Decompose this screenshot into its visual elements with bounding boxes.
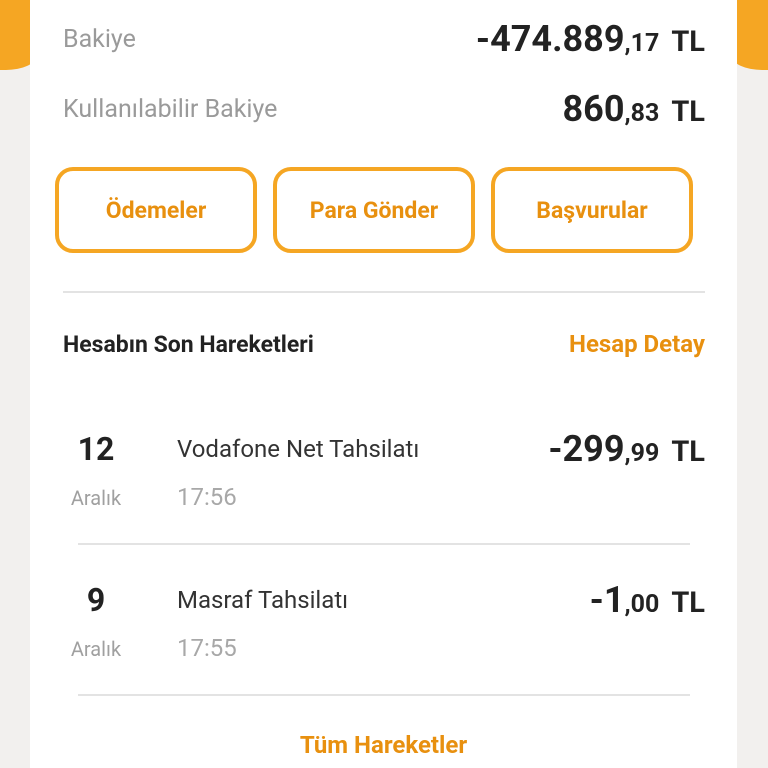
- available-balance-label: Kullanılabilir Bakiye: [63, 94, 278, 124]
- applications-button[interactable]: Başvurular: [491, 167, 693, 253]
- available-balance-amount: 860 ,83 TL: [563, 88, 705, 130]
- available-balance-row: Kullanılabilir Bakiye 860 ,83 TL: [63, 88, 705, 130]
- balance-amount-integer: -474.889: [475, 18, 625, 60]
- transaction-day: 9: [86, 581, 106, 619]
- transaction-day: 12: [77, 430, 115, 468]
- transaction-amount: -299 ,99 TL: [548, 428, 705, 470]
- transactions-header: Hesabın Son Hareketleri Hesap Detay: [63, 330, 705, 358]
- section-divider: [63, 291, 705, 293]
- account-card: Bakiye -474.889 ,17 TL Kullanılabilir Ba…: [30, 0, 737, 768]
- transaction-amount-decimal: ,00: [624, 590, 660, 619]
- balance-row: Bakiye -474.889 ,17 TL: [63, 18, 705, 60]
- transaction-amount: -1 ,00 TL: [590, 579, 705, 621]
- account-detail-link[interactable]: Hesap Detay: [569, 330, 705, 358]
- transaction-description: Vodafone Net Tahsilatı: [177, 435, 420, 463]
- payments-button[interactable]: Ödemeler: [55, 167, 257, 253]
- transaction-month: Aralık: [70, 637, 122, 661]
- available-balance-currency: TL: [671, 95, 705, 129]
- transaction-amount-integer: -299: [548, 428, 625, 470]
- header-accent-right: [732, 0, 768, 70]
- balance-amount: -474.889 ,17 TL: [476, 18, 705, 60]
- quick-actions: Ödemeler Para Gönder Başvurular: [55, 167, 693, 253]
- account-screen: Bakiye -474.889 ,17 TL Kullanılabilir Ba…: [0, 0, 768, 768]
- transaction-amount-integer: -1: [589, 579, 625, 621]
- transaction-description: Masraf Tahsilatı: [177, 586, 349, 614]
- balance-currency: TL: [671, 25, 705, 59]
- transaction-divider: [78, 694, 690, 696]
- transaction-row[interactable]: 12 Aralık Vodafone Net Tahsilatı 17:56 -…: [63, 420, 705, 530]
- transaction-month: Aralık: [70, 486, 122, 510]
- send-money-button[interactable]: Para Gönder: [273, 167, 475, 253]
- available-balance-amount-integer: 860: [562, 88, 625, 130]
- transaction-time: 17:55: [177, 634, 237, 662]
- transaction-time: 17:56: [177, 483, 237, 511]
- balance-label: Bakiye: [63, 24, 136, 54]
- balance-amount-decimal: ,17: [624, 29, 660, 58]
- transaction-currency: TL: [671, 435, 705, 469]
- transaction-currency: TL: [671, 586, 705, 620]
- transaction-amount-decimal: ,99: [624, 439, 660, 468]
- available-balance-amount-decimal: ,83: [624, 99, 660, 128]
- transaction-row[interactable]: 9 Aralık Masraf Tahsilatı 17:55 -1 ,00 T…: [63, 571, 705, 681]
- transaction-divider: [78, 543, 690, 545]
- transactions-title: Hesabın Son Hareketleri: [63, 330, 314, 358]
- all-transactions-link[interactable]: Tüm Hareketler: [30, 731, 737, 759]
